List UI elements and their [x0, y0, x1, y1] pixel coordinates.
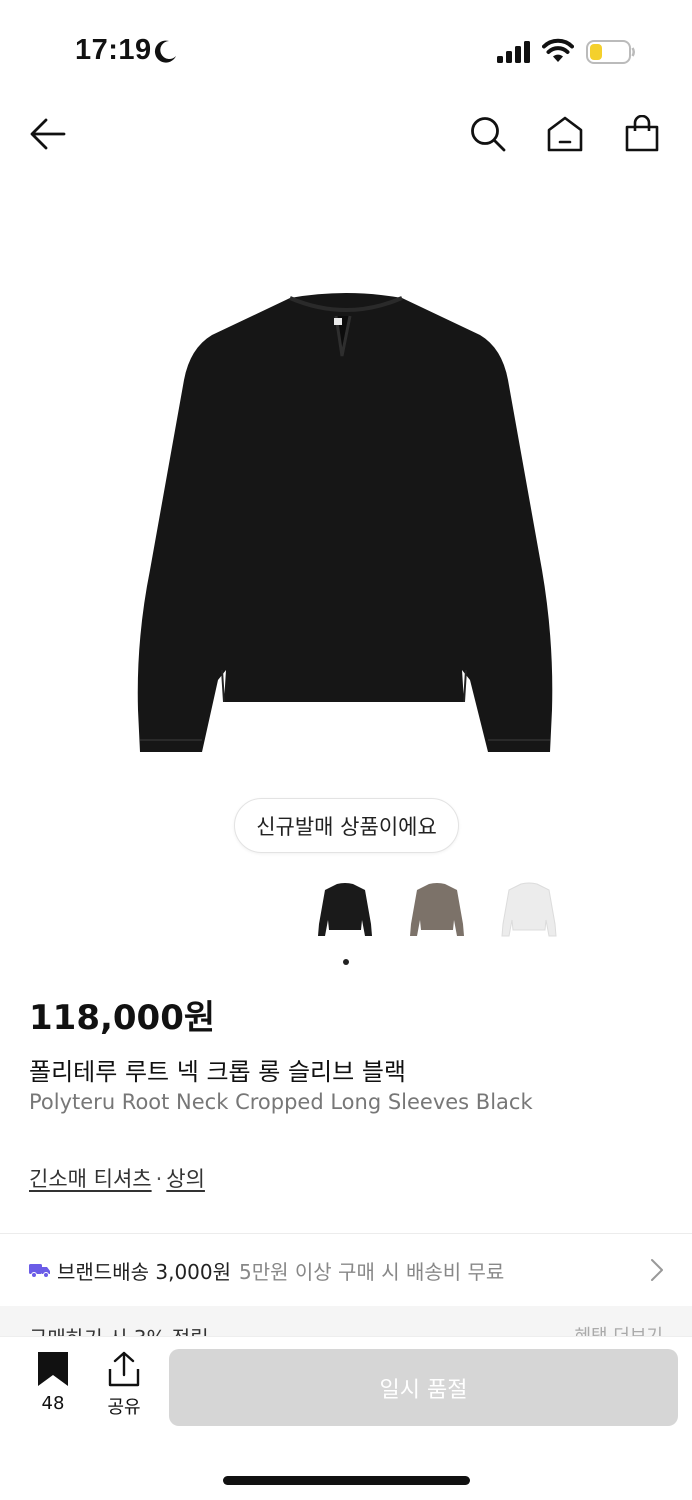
status-bar: 17:19 [0, 0, 692, 100]
wifi-icon [542, 38, 574, 62]
benefit-text: 구매하기 시 3% 적립 [29, 1322, 209, 1336]
signal-icon [497, 41, 530, 63]
white-thumbnail[interactable] [494, 875, 564, 945]
shirt-icon [318, 883, 372, 936]
home-icon [547, 116, 583, 152]
gray-thumbnail[interactable] [402, 875, 472, 945]
product-price: 118,000원 [29, 998, 216, 1038]
category-link-long-sleeve[interactable]: 긴소매 티셔츠 [29, 1167, 152, 1191]
bookmark-button[interactable]: 48 [28, 1351, 78, 1414]
back-button[interactable] [26, 112, 70, 156]
chevron-right-icon [651, 1259, 663, 1281]
search-icon [471, 117, 506, 152]
battery-icon [586, 40, 635, 64]
product-image[interactable] [110, 270, 582, 760]
share-button[interactable]: 공유 [98, 1351, 150, 1419]
bookmark-icon [38, 1352, 68, 1386]
shopping-bag-icon [625, 115, 659, 152]
truck-icon [29, 1264, 50, 1278]
shirt-icon [410, 883, 464, 936]
product-title-ko: 폴리테루 루트 넥 크롭 롱 슬리브 블랙 [29, 1058, 406, 1086]
carousel-indicator [343, 959, 349, 965]
new-release-badge: 신규발매 상품이에요 [234, 798, 459, 853]
search-button[interactable] [466, 112, 510, 156]
home-button[interactable] [543, 112, 587, 156]
share-label: 공유 [107, 1397, 141, 1418]
benefit-row: 구매하기 시 3% 적립 혜택 더보기 [0, 1306, 692, 1336]
black-thumbnail[interactable] [310, 875, 380, 945]
shipping-info-row[interactable]: 브랜드배송 3,000원 5만원 이상 구매 시 배송비 무료 [0, 1234, 692, 1306]
moon-icon [154, 40, 176, 63]
color-thumbnails [310, 875, 564, 955]
nav-bar [0, 100, 692, 170]
home-indicator [223, 1476, 470, 1485]
sold-out-button[interactable]: 일시 품절 [169, 1349, 678, 1426]
category-separator: · [155, 1167, 163, 1191]
bookmark-count: 48 [41, 1393, 65, 1414]
product-title-en: Polyteru Root Neck Cropped Long Sleeves … [29, 1090, 533, 1114]
share-icon [108, 1351, 140, 1387]
category-breadcrumb: 긴소매 티셔츠 · 상의 [29, 1163, 205, 1193]
shipping-note: 5만원 이상 구매 시 배송비 무료 [239, 1259, 505, 1284]
shirt-icon [501, 882, 557, 937]
back-arrow-icon [30, 118, 66, 150]
benefit-more-link[interactable]: 혜택 더보기 [574, 1322, 663, 1336]
cart-button[interactable] [620, 112, 664, 156]
shipping-label: 브랜드배송 3,000원 [57, 1259, 232, 1284]
category-link-top[interactable]: 상의 [166, 1167, 205, 1191]
status-time: 17:19 [75, 34, 152, 66]
